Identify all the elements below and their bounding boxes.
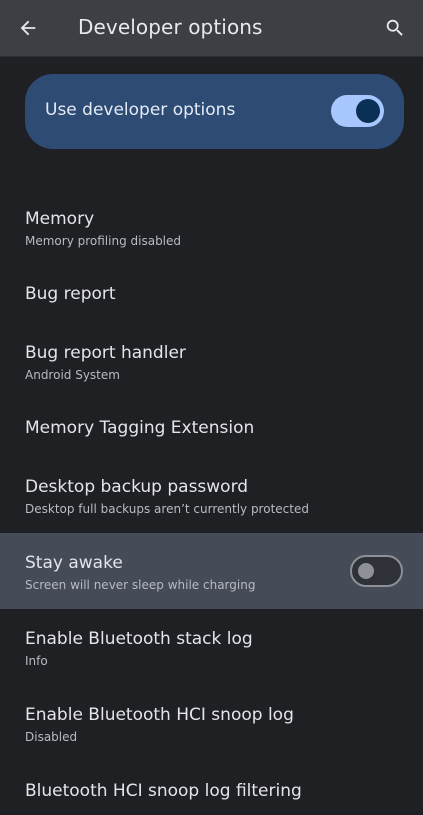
use-developer-options-label: Use developer options — [45, 100, 236, 120]
setting-bug-report[interactable]: Bug report — [0, 280, 423, 310]
setting-subtitle: Info — [25, 654, 48, 668]
switch-thumb — [358, 563, 374, 579]
setting-stay-awake[interactable]: Stay awake Screen will never sleep while… — [0, 533, 423, 609]
use-developer-options-card[interactable]: Use developer options — [25, 74, 404, 149]
page-title: Developer options — [78, 15, 263, 39]
setting-memory-tagging-extension[interactable]: Memory Tagging Extension — [0, 414, 423, 444]
setting-bluetooth-hci-snoop-log-filtering[interactable]: Bluetooth HCI snoop log filtering — [0, 777, 423, 807]
use-developer-options-switch[interactable] — [331, 95, 384, 127]
setting-title: Bug report handler — [25, 343, 186, 363]
setting-subtitle: Desktop full backups aren’t currently pr… — [25, 502, 309, 516]
stay-awake-switch[interactable] — [350, 555, 403, 587]
setting-title: Memory Tagging Extension — [25, 418, 255, 438]
setting-title: Bluetooth HCI snoop log filtering — [25, 781, 302, 801]
setting-enable-bluetooth-hci-snoop-log[interactable]: Enable Bluetooth HCI snoop log Disabled — [0, 701, 423, 751]
setting-subtitle: Android System — [25, 368, 120, 382]
setting-subtitle: Disabled — [25, 730, 78, 744]
setting-title: Stay awake — [25, 553, 123, 573]
setting-title: Memory — [25, 209, 95, 229]
back-button[interactable] — [8, 8, 48, 48]
setting-title: Bug report — [25, 284, 116, 304]
setting-title: Enable Bluetooth HCI snoop log — [25, 705, 294, 725]
search-button[interactable] — [375, 8, 415, 48]
setting-bug-report-handler[interactable]: Bug report handler Android System — [0, 339, 423, 389]
setting-title: Enable Bluetooth stack log — [25, 629, 253, 649]
switch-thumb — [356, 99, 380, 123]
setting-subtitle: Screen will never sleep while charging — [25, 578, 256, 592]
setting-subtitle: Memory profiling disabled — [25, 234, 182, 248]
top-app-bar: Developer options — [0, 0, 423, 57]
setting-enable-bluetooth-stack-log[interactable]: Enable Bluetooth stack log Info — [0, 625, 423, 675]
setting-memory[interactable]: Memory Memory profiling disabled — [0, 205, 423, 255]
arrow-back-icon — [20, 20, 36, 36]
search-icon — [386, 19, 403, 36]
setting-desktop-backup-password[interactable]: Desktop backup password Desktop full bac… — [0, 473, 423, 523]
setting-title: Desktop backup password — [25, 477, 249, 497]
